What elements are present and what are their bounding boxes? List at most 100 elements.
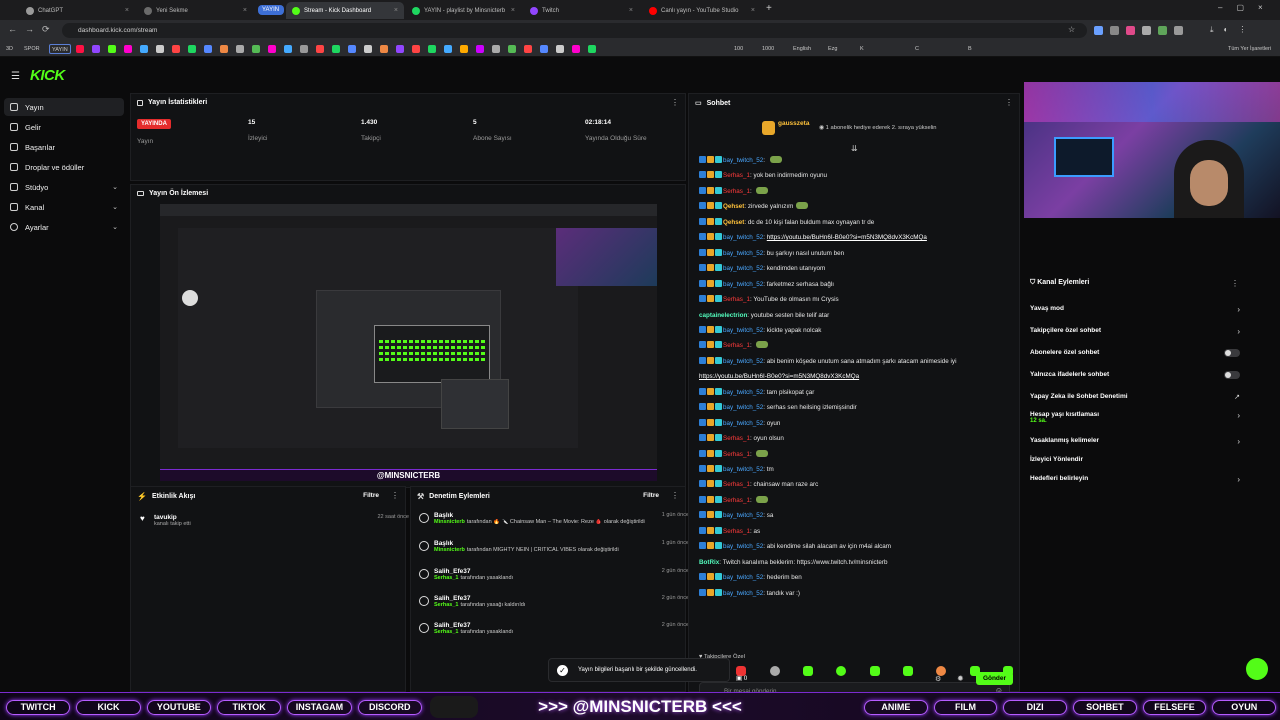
channel-action-item[interactable]: İzleyici Yönlendir (1030, 456, 1240, 463)
bot-icon[interactable]: ✹ (957, 674, 964, 683)
chat-username[interactable]: BotRix (699, 559, 719, 566)
chat-username[interactable]: bay_twitch_52 (723, 574, 763, 581)
close-icon[interactable]: × (511, 7, 515, 14)
chat-username[interactable]: bay_twitch_52 (723, 543, 763, 550)
chat-username[interactable]: bay_twitch_52 (723, 358, 763, 365)
pinned-user[interactable]: gausszeta (778, 120, 809, 127)
channel-action-item[interactable]: Hesap yaşı kısıtlaması 12 sa. › (1030, 411, 1240, 424)
chat-username[interactable]: bay_twitch_52 (723, 590, 763, 597)
close-icon[interactable]: × (629, 7, 633, 14)
moderator-name[interactable]: Minsnicterb (434, 547, 465, 553)
chat-username[interactable]: Serhas_1 (723, 451, 750, 458)
channel-action-item[interactable]: Yasaklanmış kelimeler › (1030, 437, 1240, 446)
close-icon[interactable]: × (751, 7, 755, 14)
channel-action-item[interactable]: Takipçilere özel sohbet › (1030, 327, 1240, 336)
chat-username[interactable]: bay_twitch_52 (723, 404, 763, 411)
bookmark[interactable]: YAYIN (49, 44, 71, 54)
browser-tab[interactable]: Yeni Sekme × (138, 2, 253, 19)
scroll-down-icon[interactable]: ⇊ (851, 144, 858, 153)
more-icon[interactable]: ⋮ (391, 491, 399, 500)
sidebar-item-droplar[interactable]: Droplar ve ödüller (4, 158, 124, 176)
sidebar-item-ayarlar[interactable]: Ayarlar ⌄ (4, 218, 124, 236)
close-icon[interactable]: × (243, 7, 247, 14)
filter-button[interactable]: Filtre (363, 492, 379, 499)
channel-action-item[interactable]: Yapay Zeka ile Sohbet Denetimi ↗ (1030, 393, 1240, 401)
browser-tab-active[interactable]: Stream - Kick Dashboard × (286, 2, 404, 19)
channel-action-item[interactable]: Yavaş mod › (1030, 305, 1240, 314)
chat-username[interactable]: bay_twitch_52 (723, 466, 763, 473)
bookmark[interactable]: B (968, 44, 972, 54)
bookmark[interactable]: 1000 (762, 44, 774, 54)
chat-settings-icon[interactable]: ⚙ (935, 675, 941, 683)
bookmark[interactable]: K (860, 44, 864, 54)
bookmark[interactable]: SPOR (24, 44, 40, 54)
chat-username[interactable]: captainelectrion (699, 312, 747, 319)
chat-username[interactable]: Serhas_1 (723, 188, 750, 195)
points-counter[interactable]: ▣ 0 (736, 675, 747, 682)
sidebar-item-kanal[interactable]: Kanal ⌄ (4, 198, 124, 216)
nav-buttons[interactable]: ←→⟳ (8, 24, 58, 35)
send-button[interactable]: Gönder (976, 672, 1013, 685)
browser-tab[interactable]: Twitch × (524, 2, 639, 19)
chat-username[interactable]: Serhas_1 (723, 172, 750, 179)
chat-username[interactable]: Serhas_1 (723, 342, 750, 349)
chat-username[interactable]: Serhas_1 (723, 435, 750, 442)
chat-link[interactable]: https://youtu.be/BuHn6I-B0e0?si=m5N3MQ8d… (767, 234, 927, 241)
more-icon[interactable]: ⋮ (1005, 98, 1013, 107)
bookmark[interactable]: Ezg (828, 44, 837, 54)
bookmark[interactable]: English (793, 44, 811, 54)
chat-username[interactable]: Serhas_1 (723, 296, 750, 303)
chat-username[interactable]: bay_twitch_52 (723, 327, 763, 334)
sidebar-item-yayin[interactable]: Yayın (4, 98, 124, 116)
menu-icon[interactable]: ☰ (11, 71, 20, 82)
new-tab-button[interactable]: + (766, 3, 772, 14)
chat-username[interactable]: bay_twitch_52 (723, 250, 763, 257)
bookmark[interactable]: C (915, 44, 919, 54)
browser-tab[interactable]: ChatGPT × (20, 2, 135, 19)
window-controls[interactable]: –▢× (1218, 3, 1277, 12)
star-icon[interactable]: ☆ (1068, 25, 1075, 34)
chat-username[interactable]: bay_twitch_52 (723, 265, 763, 272)
chat-username[interactable]: Qehset (723, 219, 744, 226)
chat-username[interactable]: bay_twitch_52 (723, 512, 763, 519)
sidebar-item-gelir[interactable]: Gelir (4, 118, 124, 136)
bookmark[interactable]: 100 (734, 44, 743, 54)
close-icon[interactable]: × (394, 7, 398, 14)
all-bookmarks[interactable]: Tüm Yer İşaretleri (1228, 44, 1271, 54)
browser-tab[interactable]: Canlı yayın - YouTube Studio × (643, 2, 761, 19)
close-icon[interactable]: × (125, 7, 129, 14)
chat-username[interactable]: bay_twitch_52 (723, 157, 763, 164)
more-icon[interactable]: ⋮ (671, 98, 679, 107)
emote-bar[interactable] (703, 666, 1013, 676)
more-icon[interactable]: ⋮ (1231, 279, 1239, 288)
profile-menu[interactable]: ⤓ ◐ ⋮ (1210, 25, 1268, 36)
channel-action-item[interactable]: Hedefleri belirleyin › (1030, 475, 1240, 484)
chat-username[interactable]: bay_twitch_52 (723, 234, 763, 241)
kick-logo[interactable]: KICK (30, 67, 65, 84)
toggle-switch[interactable] (1224, 371, 1240, 379)
chat-username[interactable]: bay_twitch_52 (723, 281, 763, 288)
channel-action-item[interactable]: Abonelere özel sohbet (1030, 349, 1240, 357)
moderator-name[interactable]: Serhas_1 (434, 629, 458, 635)
more-icon[interactable]: ⋮ (671, 491, 679, 500)
bookmark-icons[interactable] (76, 45, 786, 53)
moderator-name[interactable]: Minsnicterb (434, 519, 465, 525)
url-field[interactable]: dashboard.kick.com/stream (62, 23, 1087, 38)
chat-username[interactable]: bay_twitch_52 (723, 389, 763, 396)
toggle-switch[interactable] (1224, 349, 1240, 357)
help-chat-icon[interactable] (1246, 658, 1268, 680)
chat-username[interactable]: Serhas_1 (723, 481, 750, 488)
stream-preview-video[interactable]: @MINSNICTERB (160, 204, 657, 481)
bookmark[interactable]: 3D (6, 44, 13, 54)
chat-username[interactable]: Serhas_1 (723, 528, 750, 535)
moderator-name[interactable]: Serhas_1 (434, 602, 458, 608)
chat-username[interactable]: bay_twitch_52 (723, 420, 763, 427)
browser-tab[interactable]: YAYIN - playlist by Minsnicterb × (406, 2, 521, 19)
chat-username[interactable]: Qehset (723, 203, 744, 210)
channel-action-item[interactable]: Yalnızca ifadelerle sohbet (1030, 371, 1240, 379)
chat-username[interactable]: Serhas_1 (723, 497, 750, 504)
chat-link[interactable]: https://youtu.be/BuHn6I-B0e0?si=m5N3MQ8d… (699, 373, 859, 380)
filter-button[interactable]: Filtre (643, 492, 659, 499)
sidebar-item-studyo[interactable]: Stüdyo ⌄ (4, 178, 124, 196)
sidebar-item-basarilar[interactable]: Başarılar (4, 138, 124, 156)
